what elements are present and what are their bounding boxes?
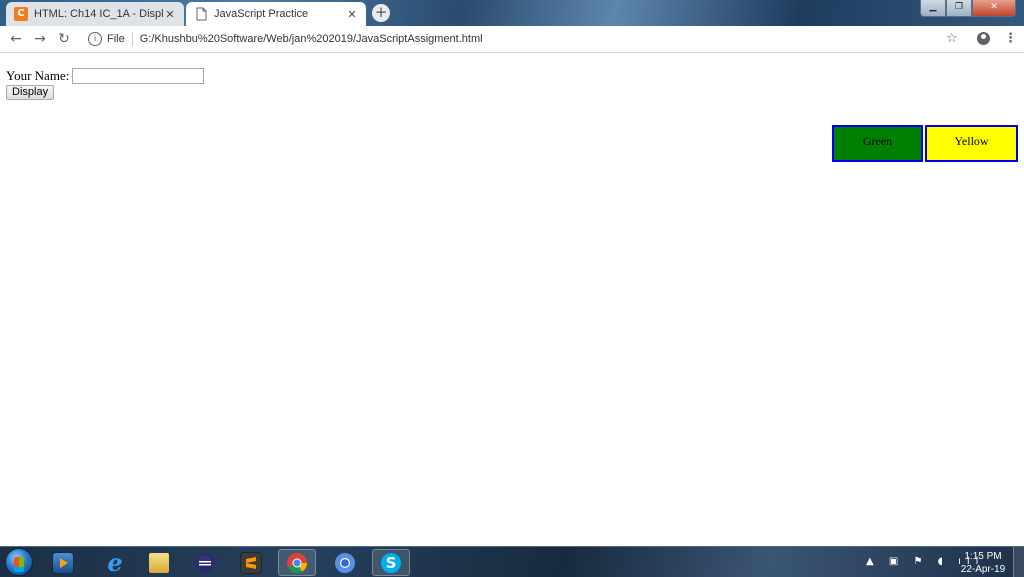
- document-icon: [196, 7, 207, 21]
- taskbar-clock[interactable]: 1:15 PM 22-Apr-19: [955, 550, 1011, 576]
- close-window-button[interactable]: ✕: [972, 0, 1016, 17]
- reload-icon[interactable]: ↻: [56, 31, 72, 47]
- name-row: Your Name:: [6, 68, 205, 84]
- back-arrow-icon[interactable]: ←: [8, 31, 24, 47]
- info-icon[interactable]: i: [88, 32, 102, 46]
- browser-tab-strip: C HTML: Ch14 IC_1A - Display Web ✕ JavaS…: [0, 0, 1024, 26]
- account-icon[interactable]: [977, 32, 990, 45]
- scheme-label: File: [107, 33, 125, 45]
- show-desktop-button[interactable]: [1013, 547, 1024, 577]
- media-player-icon[interactable]: [44, 549, 82, 576]
- green-box[interactable]: Green: [832, 125, 923, 162]
- page-content: Your Name: Display Green Yellow: [0, 53, 1024, 546]
- forward-arrow-icon[interactable]: →: [32, 31, 48, 47]
- kebab-menu-icon[interactable]: ⋮: [1004, 31, 1017, 46]
- tab-title: JavaScript Practice: [214, 8, 309, 20]
- new-tab-button[interactable]: +: [372, 4, 390, 22]
- display-button[interactable]: Display: [6, 85, 55, 100]
- url-text[interactable]: G:/Khushbu%20Software/Web/jan%202019/Jav…: [140, 33, 483, 45]
- address-bar[interactable]: i File G:/Khushbu%20Software/Web/jan%202…: [80, 29, 1000, 49]
- tab-close-icon[interactable]: ✕: [164, 8, 176, 21]
- skype-icon[interactable]: S: [372, 549, 410, 576]
- browser-toolbar: ← → ↻ i File G:/Khushbu%20Software/Web/j…: [0, 26, 1024, 53]
- tab-html-ch14[interactable]: C HTML: Ch14 IC_1A - Display Web ✕: [6, 2, 184, 26]
- chrome-icon[interactable]: [278, 549, 316, 576]
- tab-close-icon[interactable]: ✕: [346, 8, 358, 21]
- tab-javascript-practice[interactable]: JavaScript Practice ✕: [186, 2, 366, 26]
- maximize-button[interactable]: ❐: [946, 0, 972, 17]
- clock-time: 1:15 PM: [964, 551, 1002, 562]
- name-label: Your Name:: [6, 68, 70, 83]
- sublime-text-icon[interactable]: [232, 549, 270, 576]
- start-button[interactable]: [5, 548, 33, 576]
- tab-title: HTML: Ch14 IC_1A - Display Web: [34, 8, 164, 20]
- clock-date: 22-Apr-19: [960, 564, 1006, 575]
- minimize-button[interactable]: ▁: [920, 0, 946, 17]
- internet-explorer-icon[interactable]: e: [96, 548, 134, 577]
- bookmark-star-icon[interactable]: ☆: [946, 31, 958, 46]
- window-controls: ▁ ❐ ✕: [920, 0, 1016, 17]
- name-input[interactable]: [72, 68, 205, 84]
- yellow-box[interactable]: Yellow: [925, 125, 1018, 162]
- omnibox-separator: [131, 32, 133, 46]
- windows-taskbar: e S ▲ ▣ ⚑ ◖ ıll 1:15 PM 22-Apr-19: [0, 546, 1024, 577]
- eclipse-icon[interactable]: [186, 549, 224, 576]
- chrome-canary-icon[interactable]: [326, 549, 364, 576]
- orange-c-icon: C: [14, 7, 28, 21]
- file-explorer-icon[interactable]: [140, 549, 178, 576]
